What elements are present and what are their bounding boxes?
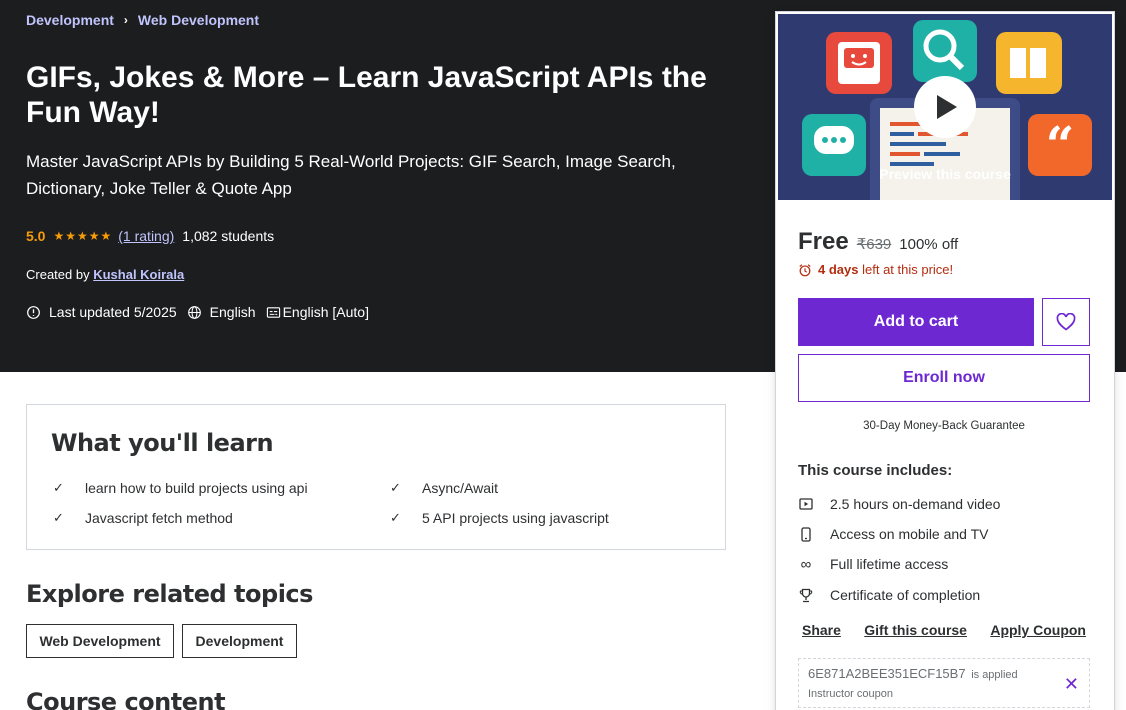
learn-title: What you'll learn: [51, 429, 274, 457]
video-icon: [798, 496, 814, 512]
alarm-clock-icon: [799, 263, 811, 276]
apply-coupon-link[interactable]: Apply Coupon: [986, 622, 1090, 638]
learn-item-text: 5 API projects using javascript: [422, 510, 609, 526]
price-current: Free: [798, 228, 849, 255]
sidebar-links: Share Gift this course Apply Coupon: [798, 622, 1090, 638]
include-item-text: Certificate of completion: [830, 587, 981, 603]
explore-title: Explore related topics: [26, 580, 313, 608]
include-item-text: Access on mobile and TV: [830, 526, 989, 542]
timer-days: 4 days: [818, 262, 859, 277]
include-item-video: 2.5 hours on-demand video: [798, 496, 1000, 512]
includes-title: This course includes:: [798, 462, 953, 479]
chevron-right-icon: ›: [123, 13, 128, 27]
heart-icon: [1056, 313, 1076, 331]
coupon-applied-text: is applied: [971, 669, 1018, 681]
last-updated: Last updated 5/2025: [26, 304, 177, 320]
money-back-guarantee: 30-Day Money-Back Guarantee: [863, 420, 1025, 432]
price-discount: 100% off: [899, 236, 959, 253]
check-icon: ✓: [390, 510, 401, 525]
coupon-type: Instructor coupon: [808, 688, 893, 700]
gift-course-link[interactable]: Gift this course: [860, 622, 971, 638]
learn-item: ✓ Javascript fetch method: [53, 510, 233, 526]
captions-icon: [266, 306, 280, 318]
learn-item-text: Async/Await: [422, 480, 498, 496]
coupon-code: 6E871A2BEE351ECF15B7: [808, 666, 966, 681]
learn-item: ✓ 5 API projects using javascript: [390, 510, 609, 526]
breadcrumb-development[interactable]: Development: [26, 12, 114, 28]
check-icon: ✓: [53, 510, 64, 525]
price-row: Free ₹639 100% off: [798, 228, 958, 256]
captions: English [Auto]: [266, 304, 369, 320]
include-item-text: Full lifetime access: [830, 556, 949, 572]
share-link[interactable]: Share: [798, 622, 845, 638]
alert-clock-icon: [27, 305, 40, 319]
learn-item: ✓ Async/Await: [390, 480, 498, 496]
course-preview[interactable]: “ Preview this course: [778, 14, 1112, 200]
include-item-text: 2.5 hours on-demand video: [830, 496, 1001, 512]
coupon-code-row: 6E871A2BEE351ECF15B7 is applied: [808, 666, 1018, 681]
instructor-link[interactable]: Kushal Koirala: [93, 267, 184, 282]
remove-coupon-close-icon[interactable]: ✕: [1064, 674, 1079, 695]
purchase-sidebar: “ Preview this course Free ₹639 100% off…: [775, 11, 1115, 710]
breadcrumb: Development › Web Development: [26, 12, 259, 28]
include-item-certificate: Certificate of completion: [798, 587, 980, 603]
trophy-icon: [798, 587, 814, 603]
course-subtitle: Master JavaScript APIs by Building 5 Rea…: [26, 152, 676, 198]
timer-text: left at this price!: [862, 262, 954, 277]
add-to-cart-button[interactable]: Add to cart: [798, 298, 1034, 346]
preview-label: Preview this course: [879, 166, 1011, 182]
discount-timer: 4 days left at this price!: [798, 262, 953, 277]
price-original: ₹639: [856, 236, 892, 253]
learn-item: ✓ learn how to build projects using api: [53, 480, 308, 496]
enroll-now-button[interactable]: Enroll now: [798, 354, 1090, 402]
include-item-lifetime: ∞ Full lifetime access: [798, 555, 949, 573]
globe-icon: [187, 305, 201, 319]
course-meta: Last updated 5/2025 English English [Aut…: [26, 304, 379, 320]
applied-coupon: 6E871A2BEE351ECF15B7 is applied Instruct…: [798, 658, 1090, 708]
last-updated-text: Last updated 5/2025: [49, 304, 177, 320]
rating-count-link[interactable]: (1 rating): [118, 228, 174, 244]
language: English: [187, 304, 256, 320]
language-text: English: [209, 304, 256, 320]
topic-development-button[interactable]: Development: [182, 624, 297, 658]
infinity-icon: ∞: [800, 555, 812, 573]
topic-web-development-button[interactable]: Web Development: [26, 624, 174, 658]
check-icon: ✓: [53, 480, 64, 495]
star-rating-icon: ★★★★★: [53, 229, 113, 243]
course-content-title: Course content: [26, 688, 226, 710]
course-title: GIFs, Jokes & More – Learn JavaScript AP…: [26, 61, 707, 129]
what-you-learn: What you'll learn ✓ learn how to build p…: [26, 404, 726, 550]
include-item-mobile: Access on mobile and TV: [798, 526, 989, 542]
wishlist-button[interactable]: [1042, 298, 1090, 346]
mobile-icon: [798, 526, 814, 542]
breadcrumb-web-development[interactable]: Web Development: [138, 12, 259, 28]
student-count: 1,082 students: [182, 228, 275, 244]
captions-text: English [Auto]: [282, 304, 369, 320]
created-by-label: Created by: [26, 267, 90, 282]
rating-value: 5.0: [26, 228, 46, 244]
check-icon: ✓: [390, 480, 401, 495]
created-by: Created by Kushal Koirala: [26, 267, 184, 282]
learn-item-text: Javascript fetch method: [85, 510, 233, 526]
rating-row: 5.0 ★★★★★ (1 rating) 1,082 students: [26, 228, 274, 244]
learn-item-text: learn how to build projects using api: [85, 480, 308, 496]
